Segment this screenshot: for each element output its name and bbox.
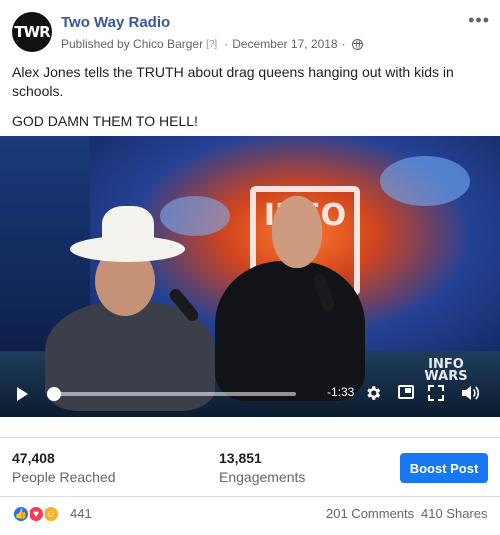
post-header: TWR Two Way Radio Published by Chico Bar… <box>0 0 500 60</box>
help-marker[interactable]: [?] <box>206 39 217 50</box>
play-icon[interactable] <box>17 387 28 401</box>
page-avatar[interactable]: TWR <box>12 12 52 52</box>
picture-in-picture-icon[interactable] <box>398 385 414 399</box>
engagements-label: Engagements <box>219 469 306 485</box>
video-cloud <box>380 156 470 206</box>
post-text-line: GOD DAMN THEM TO HELL! <box>12 113 198 129</box>
time-remaining: -1:33 <box>327 385 355 399</box>
video-controls: -1:33 <box>0 371 500 417</box>
people-reached-label: People Reached <box>12 469 116 485</box>
engagements-value: 13,851 <box>219 450 262 466</box>
progress-scrubber[interactable] <box>47 387 61 401</box>
shares-count[interactable]: 410 Shares <box>421 506 488 521</box>
post-text-line: Alex Jones tells the TRUTH about drag qu… <box>12 64 454 99</box>
post-text: Alex Jones tells the TRUTH about drag qu… <box>12 63 488 142</box>
cowboy-hat-top <box>102 206 154 250</box>
meta-separator: · <box>224 37 229 51</box>
video-cloud <box>160 196 230 236</box>
volume-icon[interactable] <box>460 384 480 402</box>
post-stats: 47,408 People Reached 13,851 Engagements… <box>0 438 500 496</box>
people-reached-value: 47,408 <box>12 450 55 466</box>
boost-post-button[interactable]: Boost Post <box>400 453 488 483</box>
globe-icon <box>351 38 363 50</box>
like-icon[interactable]: 👍 <box>12 505 30 523</box>
comments-count[interactable]: 201 Comments <box>326 506 414 521</box>
reactions-bar: 👍 ♥ ☺ 441 201 Comments 410 Shares <box>0 497 500 533</box>
progress-bar[interactable] <box>50 392 296 396</box>
avatar-text: TWR <box>14 23 50 41</box>
gear-icon[interactable] <box>364 384 382 402</box>
reaction-count[interactable]: 441 <box>70 506 92 521</box>
post-date[interactable]: December 17, 2018 <box>232 37 337 51</box>
more-options-icon[interactable]: ••• <box>468 10 490 31</box>
meta-separator-2: · <box>341 37 346 51</box>
person-right-head <box>272 196 322 268</box>
post-meta: Published by Chico Barger [?] · December… <box>61 37 363 51</box>
published-by: Published by Chico Barger <box>61 37 204 51</box>
fullscreen-icon[interactable] <box>428 385 444 401</box>
page-name-link[interactable]: Two Way Radio <box>61 14 170 31</box>
